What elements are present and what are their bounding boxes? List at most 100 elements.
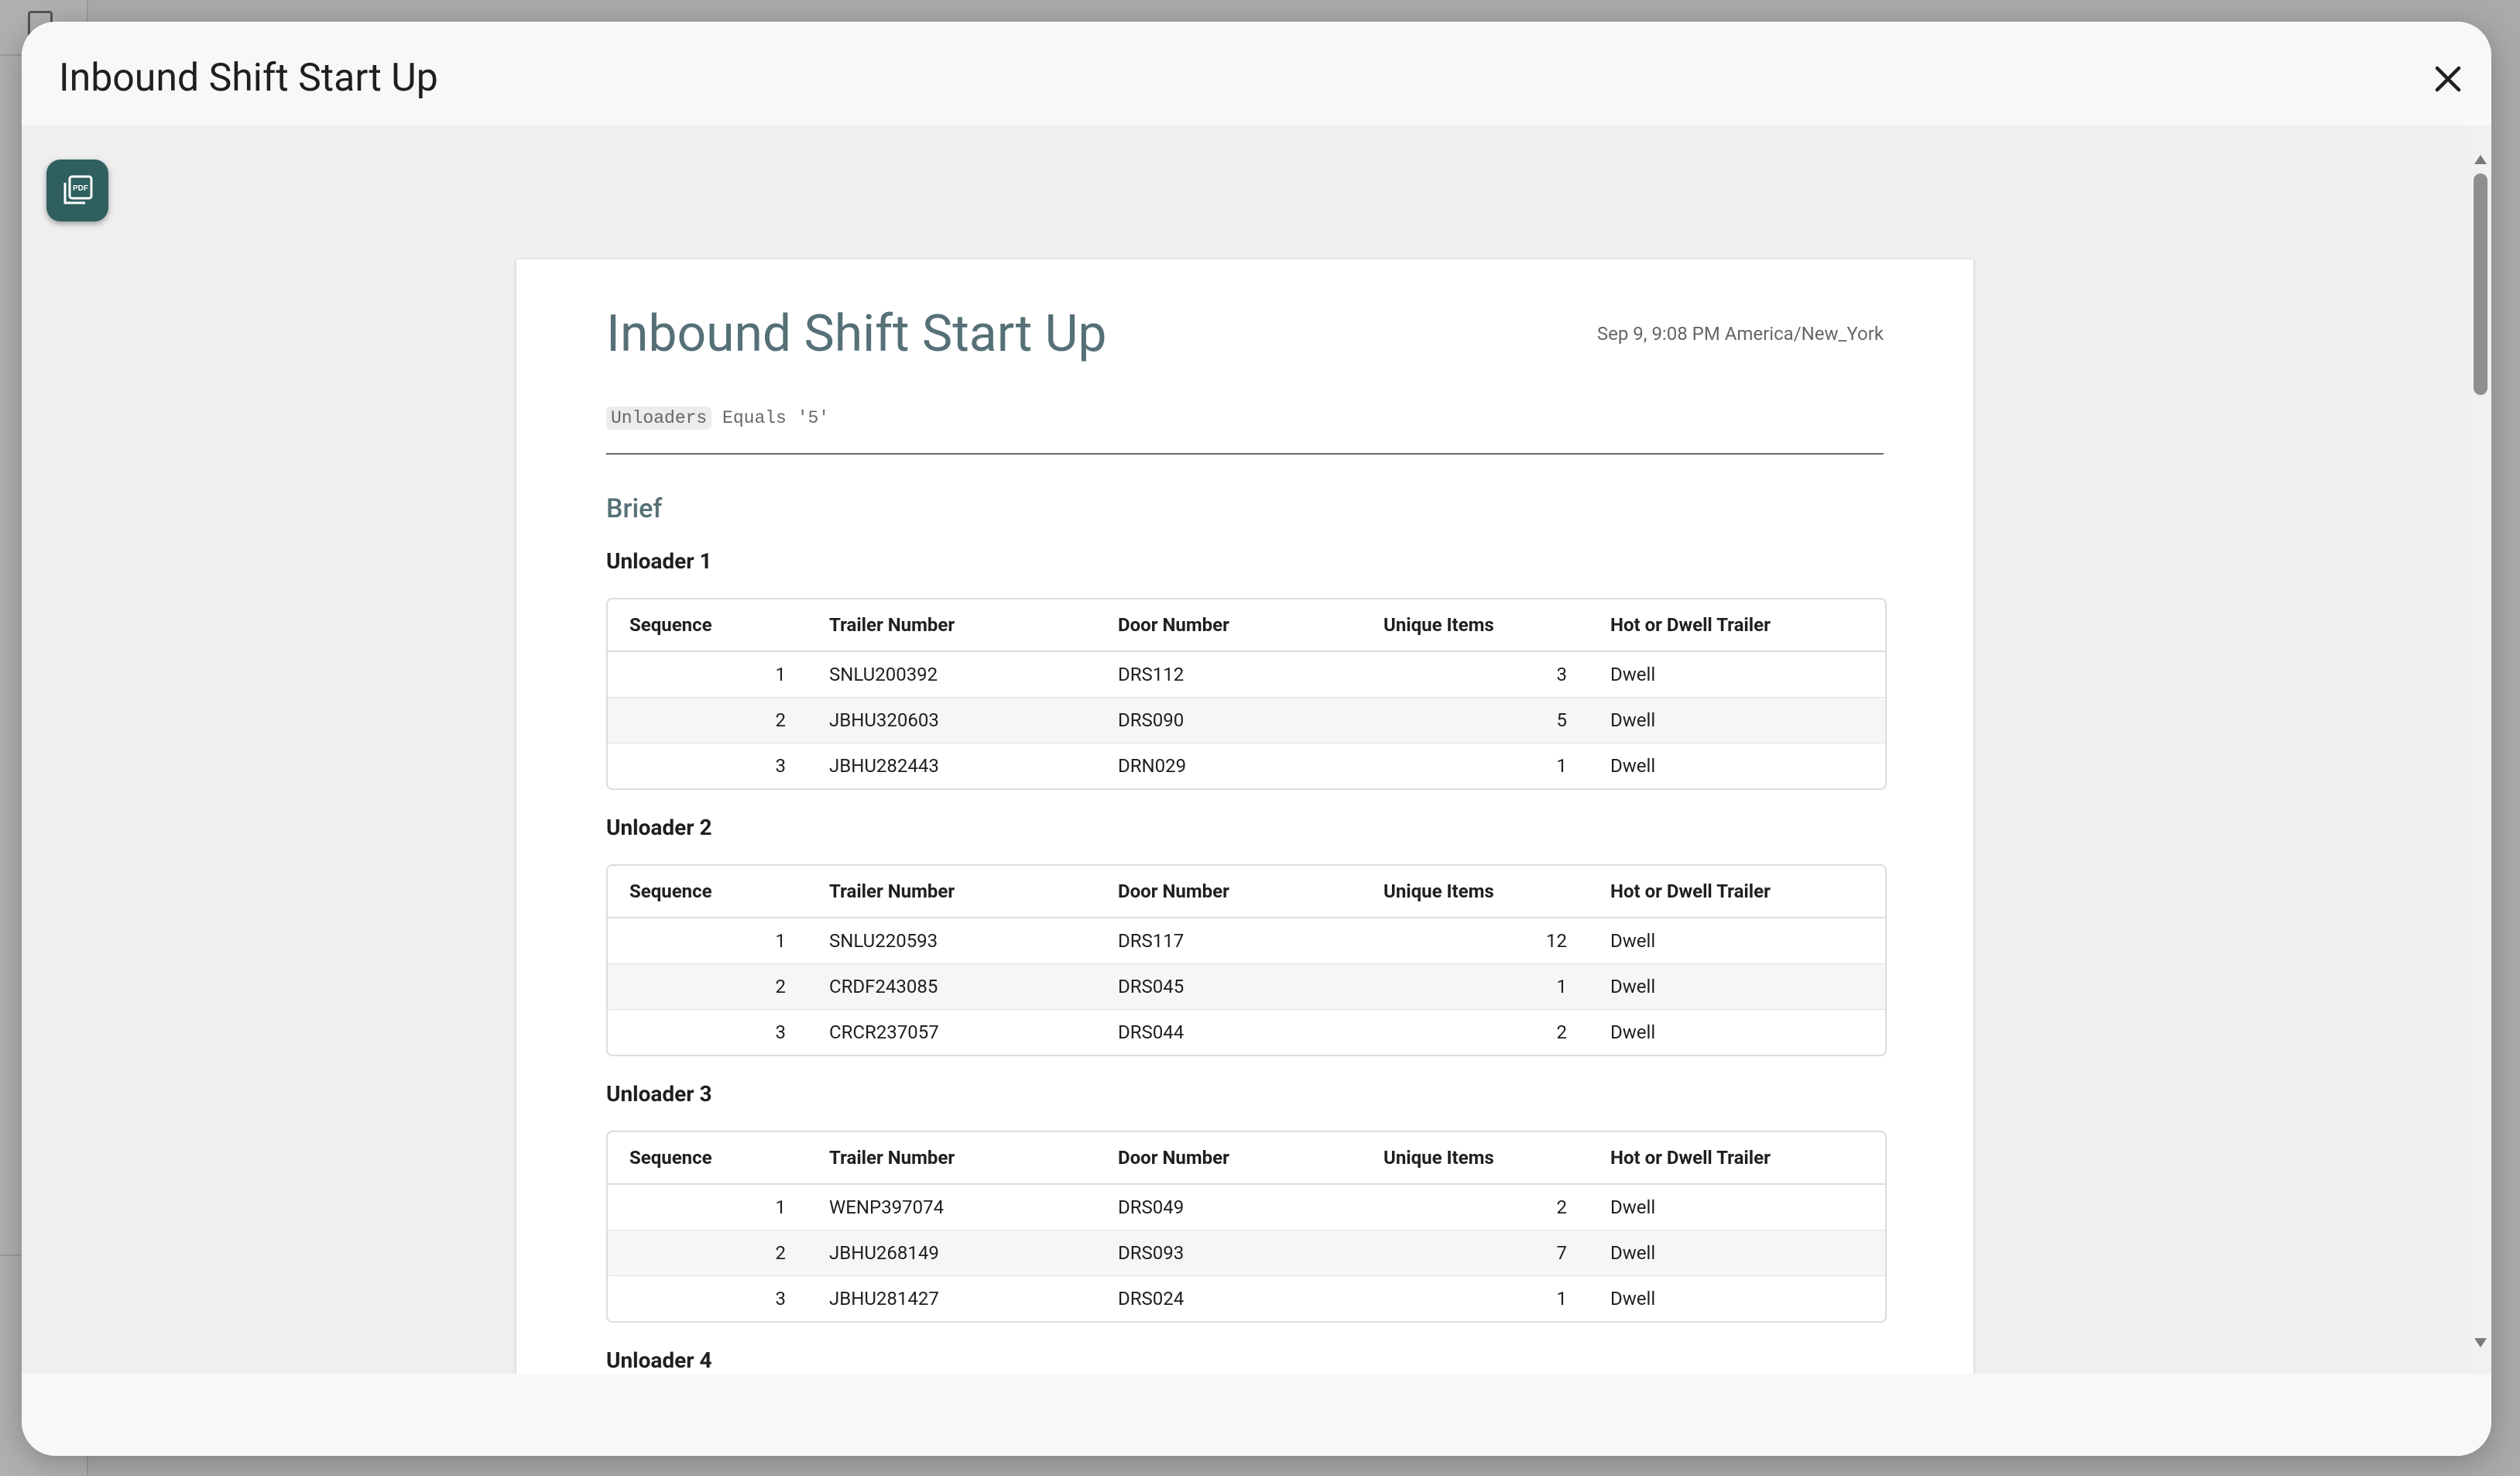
cell-trailer: JBHU282443 <box>807 743 1096 788</box>
cell-items: 3 <box>1362 650 1589 698</box>
cell-items: 1 <box>1362 743 1589 788</box>
data-table: Sequence Trailer Number Door Number Uniq… <box>606 1131 1887 1323</box>
table-row: 3 JBHU282443 DRN029 1 Dwell <box>608 743 1885 788</box>
cell-door: DRS112 <box>1096 650 1362 698</box>
scroll-thumb[interactable] <box>2474 173 2487 395</box>
close-button[interactable] <box>2428 59 2468 99</box>
table-row: 3 JBHU281427 DRS024 1 Dwell <box>608 1275 1885 1321</box>
group-title: Unloader 1 <box>606 548 712 574</box>
table-row: 2 JBHU320603 DRS090 5 Dwell <box>608 697 1885 743</box>
cell-trailer: SNLU200392 <box>807 650 1096 698</box>
column-header: Hot or Dwell Trailer <box>1589 1132 1885 1185</box>
table-row: 2 JBHU268149 DRS093 7 Dwell <box>608 1230 1885 1276</box>
filter-value: '5' <box>797 408 830 428</box>
cell-items: 7 <box>1362 1230 1589 1276</box>
pdf-icon: PDF <box>63 175 93 204</box>
table-row: 1 SNLU200392 DRS112 3 Dwell <box>608 650 1885 698</box>
data-table: Sequence Trailer Number Door Number Uniq… <box>606 864 1887 1056</box>
cell-items: 12 <box>1362 917 1589 964</box>
modal-footer <box>22 1374 2491 1456</box>
unloader-group: Unloader 2 Sequence Trailer Number Door … <box>606 815 1887 1056</box>
filter-summary: Unloaders Equals '5' <box>606 407 830 430</box>
table-row: 2 CRDF243085 DRS045 1 Dwell <box>608 963 1885 1010</box>
cell-items: 1 <box>1362 1275 1589 1321</box>
cell-status: Dwell <box>1589 1183 1885 1231</box>
cell-status: Dwell <box>1589 1230 1885 1276</box>
cell-status: Dwell <box>1589 1009 1885 1055</box>
close-icon <box>2435 66 2461 92</box>
group-title: Unloader 4 <box>606 1347 712 1373</box>
column-header: Sequence <box>608 1132 807 1185</box>
document-viewer[interactable]: PDF Inbound Shift Start Up Sep 9, 9:08 P… <box>22 125 2470 1374</box>
cell-sequence: 3 <box>608 743 807 788</box>
cell-trailer: JBHU320603 <box>807 697 1096 743</box>
cell-sequence: 2 <box>608 1230 807 1276</box>
cell-trailer: SNLU220593 <box>807 917 1096 964</box>
group-title: Unloader 3 <box>606 1081 712 1107</box>
section-heading: Brief <box>606 493 663 524</box>
cell-trailer: JBHU281427 <box>807 1275 1096 1321</box>
report-page: Inbound Shift Start Up Sep 9, 9:08 PM Am… <box>516 259 1973 1374</box>
filter-field: Unloaders <box>606 407 712 430</box>
cell-items: 2 <box>1362 1009 1589 1055</box>
column-header: Unique Items <box>1362 866 1589 918</box>
cell-items: 5 <box>1362 697 1589 743</box>
cell-trailer: CRCR237057 <box>807 1009 1096 1055</box>
cell-sequence: 3 <box>608 1275 807 1321</box>
cell-trailer: JBHU268149 <box>807 1230 1096 1276</box>
data-table: Sequence Trailer Number Door Number Uniq… <box>606 598 1887 790</box>
cell-sequence: 2 <box>608 697 807 743</box>
cell-door: DRN029 <box>1096 743 1362 788</box>
cell-trailer: CRDF243085 <box>807 963 1096 1010</box>
group-title: Unloader 2 <box>606 815 712 840</box>
modal-header: Inbound Shift Start Up <box>22 22 2491 125</box>
cell-trailer: WENP397074 <box>807 1183 1096 1231</box>
column-header: Hot or Dwell Trailer <box>1589 866 1885 918</box>
cell-status: Dwell <box>1589 650 1885 698</box>
modal-title: Inbound Shift Start Up <box>59 56 438 101</box>
table-row: 1 SNLU220593 DRS117 12 Dwell <box>608 917 1885 964</box>
cell-door: DRS045 <box>1096 963 1362 1010</box>
export-pdf-button[interactable]: PDF <box>46 160 108 221</box>
table-header-row: Sequence Trailer Number Door Number Uniq… <box>608 866 1885 918</box>
filter-operator: Equals <box>722 408 787 428</box>
cell-door: DRS024 <box>1096 1275 1362 1321</box>
cell-status: Dwell <box>1589 697 1885 743</box>
table-header-row: Sequence Trailer Number Door Number Uniq… <box>608 1132 1885 1185</box>
unloader-group: Unloader 4 <box>606 1349 1884 1374</box>
column-header: Unique Items <box>1362 1132 1589 1185</box>
column-header: Door Number <box>1096 866 1362 918</box>
column-header: Trailer Number <box>807 1132 1096 1185</box>
scroll-down-arrow-icon[interactable] <box>2474 1338 2487 1347</box>
cell-door: DRS049 <box>1096 1183 1362 1231</box>
cell-door: DRS093 <box>1096 1230 1362 1276</box>
column-header: Sequence <box>608 866 807 918</box>
cell-sequence: 1 <box>608 650 807 698</box>
table-header-row: Sequence Trailer Number Door Number Uniq… <box>608 599 1885 652</box>
vertical-scrollbar[interactable] <box>2470 125 2491 1374</box>
cell-sequence: 1 <box>608 1183 807 1231</box>
report-timestamp: Sep 9, 9:08 PM America/New_York <box>1596 323 1884 345</box>
column-header: Door Number <box>1096 1132 1362 1185</box>
cell-status: Dwell <box>1589 963 1885 1010</box>
cell-status: Dwell <box>1589 1275 1885 1321</box>
cell-door: DRS117 <box>1096 917 1362 964</box>
column-header: Hot or Dwell Trailer <box>1589 599 1885 652</box>
column-header: Trailer Number <box>807 866 1096 918</box>
cell-sequence: 1 <box>608 917 807 964</box>
unloader-group: Unloader 3 Sequence Trailer Number Door … <box>606 1081 1887 1323</box>
divider <box>606 453 1884 455</box>
cell-status: Dwell <box>1589 743 1885 788</box>
table-row: 1 WENP397074 DRS049 2 Dwell <box>608 1183 1885 1231</box>
column-header: Unique Items <box>1362 599 1589 652</box>
svg-text:PDF: PDF <box>73 184 88 193</box>
scroll-up-arrow-icon[interactable] <box>2474 155 2487 164</box>
cell-items: 1 <box>1362 963 1589 1010</box>
cell-sequence: 3 <box>608 1009 807 1055</box>
table-row: 3 CRCR237057 DRS044 2 Dwell <box>608 1009 1885 1055</box>
column-header: Door Number <box>1096 599 1362 652</box>
unloader-group: Unloader 1 Sequence Trailer Number Door … <box>606 548 1887 790</box>
cell-door: DRS044 <box>1096 1009 1362 1055</box>
cell-status: Dwell <box>1589 917 1885 964</box>
cell-door: DRS090 <box>1096 697 1362 743</box>
